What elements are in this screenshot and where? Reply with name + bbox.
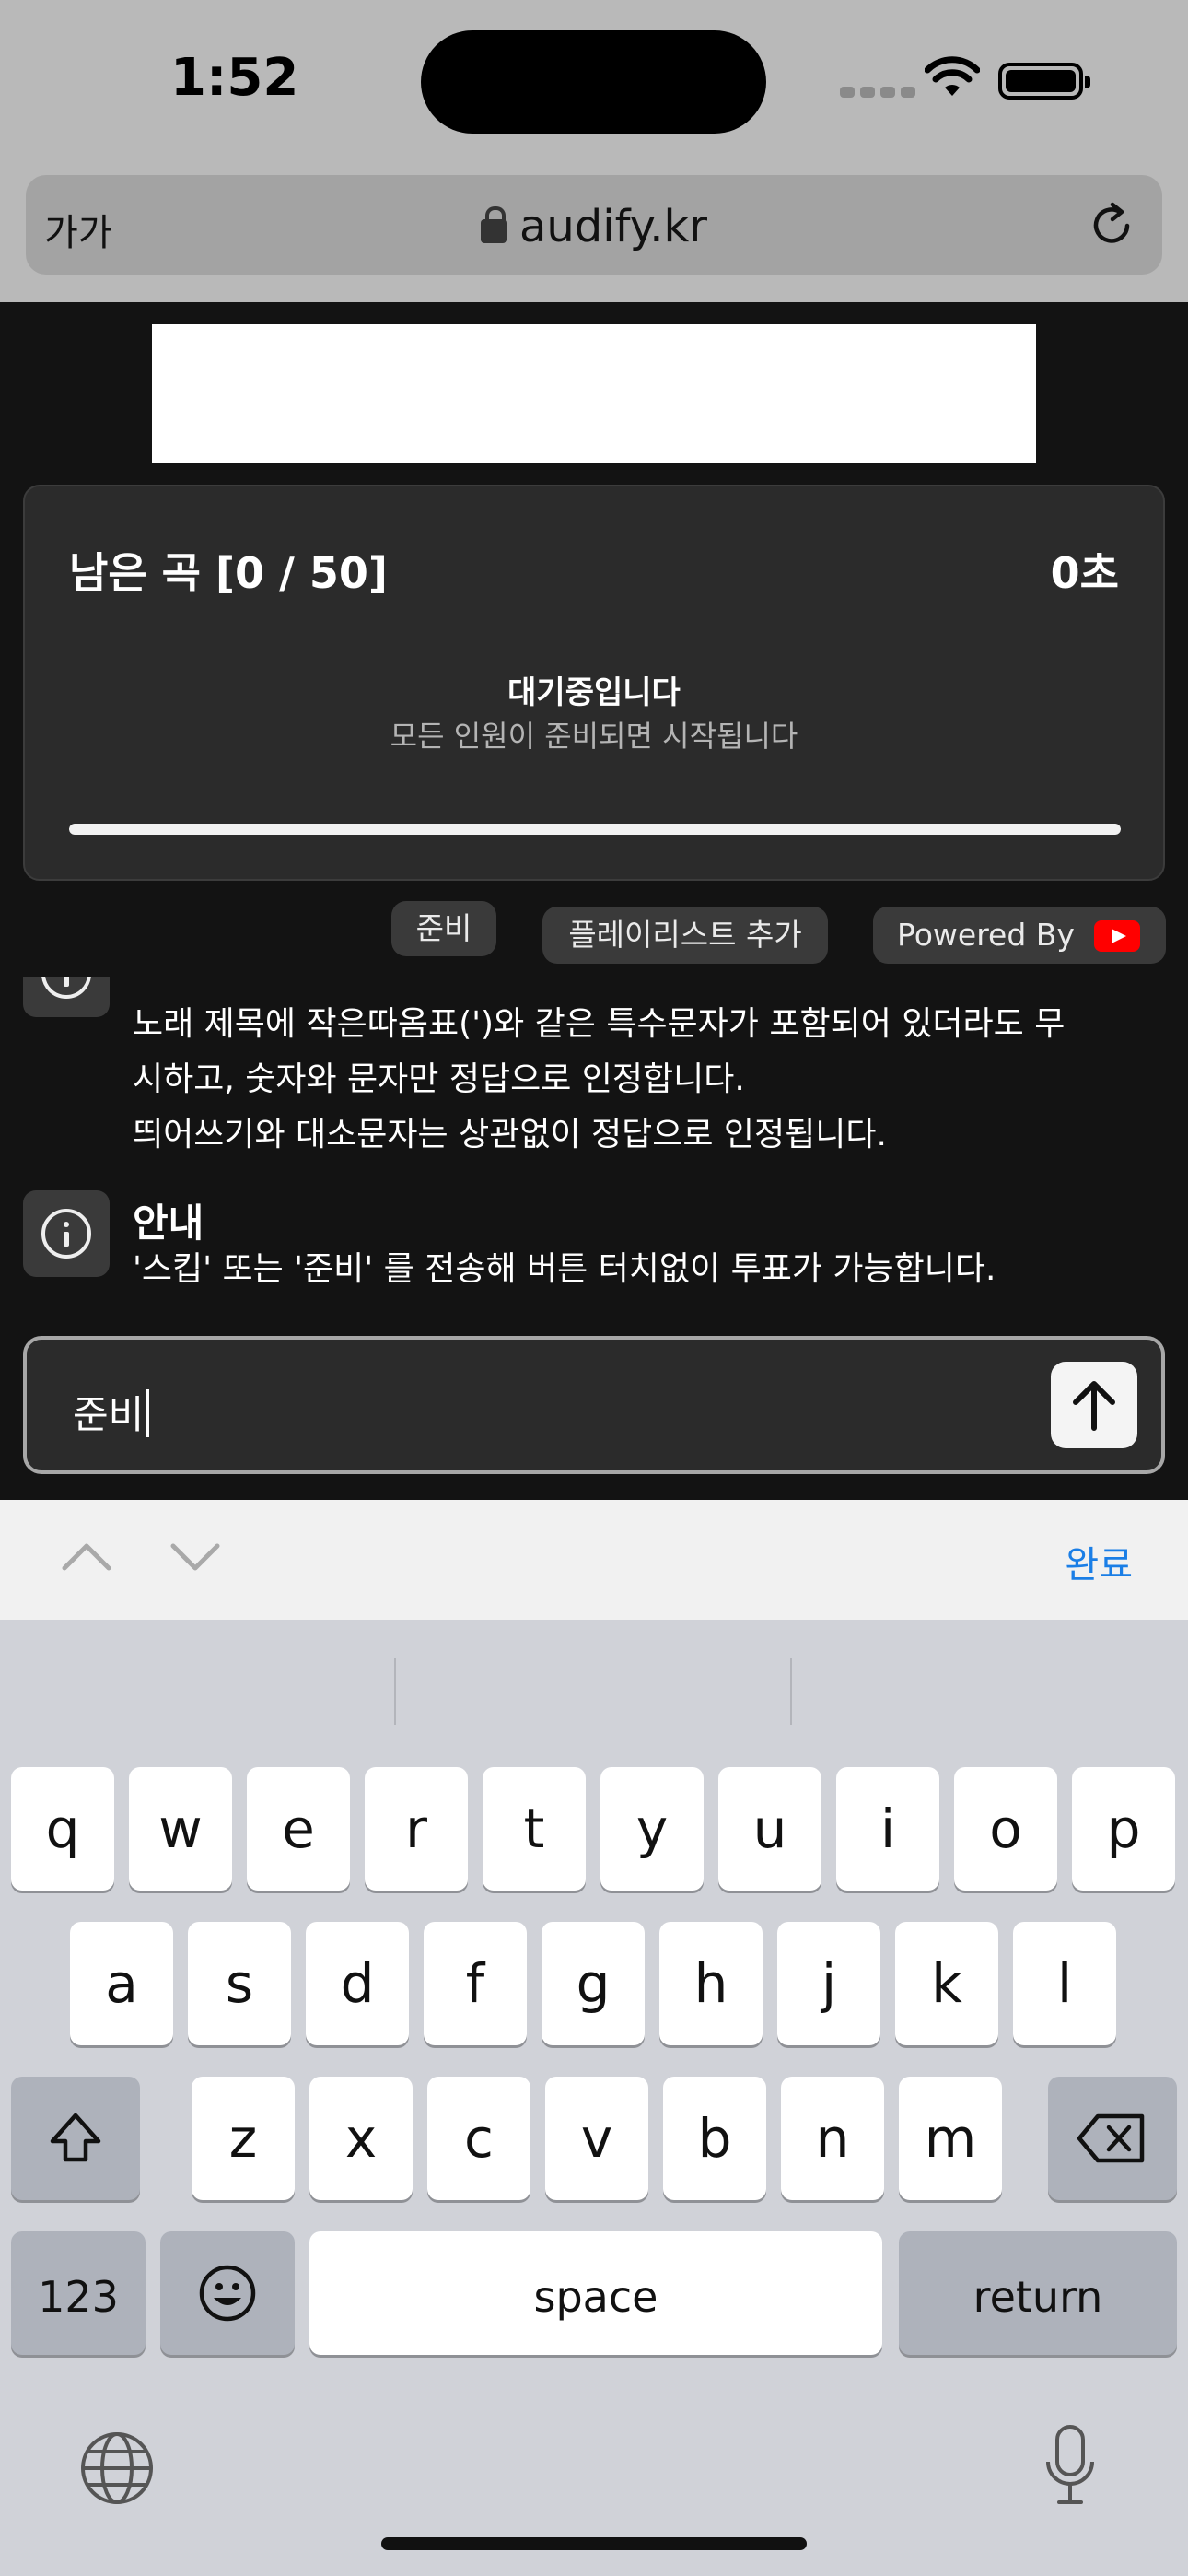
microphone-icon[interactable] xyxy=(1041,2421,1100,2510)
shift-key[interactable] xyxy=(11,2077,140,2200)
lock-icon xyxy=(480,206,507,243)
key-s[interactable]: s xyxy=(188,1922,291,2045)
progress-fill xyxy=(69,824,1121,835)
url-text: audify.kr xyxy=(518,201,708,252)
url-display[interactable]: audify.kr xyxy=(26,201,1162,252)
add-playlist-button[interactable]: 플레이리스트 추가 xyxy=(542,907,828,964)
arrow-up-icon xyxy=(1073,1381,1115,1431)
address-bar[interactable]: 가가 audify.kr xyxy=(26,175,1162,275)
key-x[interactable]: x xyxy=(309,2077,413,2200)
backspace-icon xyxy=(1077,2113,1145,2163)
browser-toolbar: 가가 audify.kr xyxy=(0,166,1188,302)
reload-icon[interactable] xyxy=(1087,201,1136,251)
emoji-icon xyxy=(199,2265,256,2322)
chat-input-field[interactable]: 준비 xyxy=(73,1384,150,1440)
notice-2-text: '스킵' 또는 '준비' 를 전송해 버튼 터치없이 투표가 가능합니다. xyxy=(133,1242,1155,1297)
key-k[interactable]: k xyxy=(895,1922,998,2045)
ready-button[interactable]: 준비 xyxy=(391,901,496,956)
numbers-key[interactable]: 123 xyxy=(11,2231,146,2355)
notice-line: '스킵' 또는 '준비' 를 전송해 버튼 터치없이 투표가 가능합니다. xyxy=(133,1250,996,1288)
battery-icon xyxy=(998,63,1090,100)
chat-input-value: 준비 xyxy=(73,1392,145,1437)
notice-line: 시하고, 숫자와 문자만 정답으로 인정합니다. xyxy=(133,1060,745,1098)
notice-1-text: 노래 제목에 작은따옴표(')와 같은 특수문자가 포함되어 있더라도 무 시하… xyxy=(133,997,1155,1163)
key-w[interactable]: w xyxy=(129,1767,232,1891)
return-key-label: return xyxy=(973,2272,1103,2322)
key-i[interactable]: i xyxy=(836,1767,939,1891)
notice-2-title: 안내 xyxy=(133,1200,204,1246)
status-time: 1:52 xyxy=(170,48,299,108)
ad-banner[interactable] xyxy=(152,324,1036,463)
info-icon xyxy=(23,977,110,1017)
key-b[interactable]: b xyxy=(663,2077,766,2200)
suggestion-divider xyxy=(790,1658,792,1725)
game-status-panel: 남은 곡 [0 / 50] 0초 대기중입니다 모든 인원이 준비되면 시작됩니… xyxy=(23,485,1165,881)
emoji-key[interactable] xyxy=(160,2231,295,2355)
next-field-icon[interactable] xyxy=(168,1537,223,1577)
waiting-subtitle: 모든 인원이 준비되면 시작됩니다 xyxy=(390,719,798,754)
notice-line: 노래 제목에 작은따옴표(')와 같은 특수문자가 포함되어 있더라도 무 xyxy=(133,1005,1066,1043)
return-key[interactable]: return xyxy=(899,2231,1177,2355)
key-o[interactable]: o xyxy=(954,1767,1057,1891)
key-e[interactable]: e xyxy=(247,1767,350,1891)
powered-by-label: Powered By xyxy=(897,917,1075,953)
key-a[interactable]: a xyxy=(70,1922,173,2045)
globe-icon[interactable] xyxy=(77,2429,157,2508)
dynamic-island xyxy=(421,30,766,134)
text-caret xyxy=(146,1389,150,1437)
progress-bar xyxy=(69,824,1121,835)
key-g[interactable]: g xyxy=(542,1922,645,2045)
info-icon xyxy=(23,1190,110,1277)
timer-label: 0초 xyxy=(1050,548,1119,598)
key-p[interactable]: p xyxy=(1072,1767,1175,1891)
space-key[interactable]: space xyxy=(309,2231,882,2355)
suggestion-divider xyxy=(394,1658,396,1725)
keyboard: q w e r t y u i o p a s d f g h j k l z … xyxy=(0,1620,1188,2576)
previous-field-icon[interactable] xyxy=(59,1537,114,1577)
key-y[interactable]: y xyxy=(600,1767,704,1891)
key-m[interactable]: m xyxy=(899,2077,1002,2200)
key-l[interactable]: l xyxy=(1013,1922,1116,2045)
send-button[interactable] xyxy=(1051,1362,1137,1448)
chat-input[interactable]: 준비 xyxy=(23,1336,1165,1474)
youtube-icon xyxy=(1094,920,1140,952)
key-u[interactable]: u xyxy=(718,1767,821,1891)
backspace-key[interactable] xyxy=(1048,2077,1177,2200)
key-v[interactable]: v xyxy=(545,2077,648,2200)
key-f[interactable]: f xyxy=(424,1922,527,2045)
notice-line: 띄어쓰기와 대소문자는 상관없이 정답으로 인정됩니다. xyxy=(133,1116,887,1153)
key-h[interactable]: h xyxy=(659,1922,763,2045)
status-icons xyxy=(840,55,1090,101)
key-d[interactable]: d xyxy=(306,1922,409,2045)
key-j[interactable]: j xyxy=(777,1922,880,2045)
key-z[interactable]: z xyxy=(192,2077,295,2200)
key-c[interactable]: c xyxy=(427,2077,530,2200)
keyboard-accessory-bar: 완료 xyxy=(0,1500,1188,1620)
home-indicator xyxy=(381,2537,807,2550)
key-q[interactable]: q xyxy=(11,1767,114,1891)
key-r[interactable]: r xyxy=(365,1767,468,1891)
key-t[interactable]: t xyxy=(483,1767,586,1891)
powered-by-youtube-button[interactable]: Powered By xyxy=(873,907,1166,964)
waiting-title: 대기중입니다 xyxy=(507,674,681,711)
notice-list[interactable]: 노래 제목에 작은따옴표(')와 같은 특수문자가 포함되어 있더라도 무 시하… xyxy=(0,977,1188,1327)
status-bar: 1:52 xyxy=(0,0,1188,166)
numbers-key-label: 123 xyxy=(38,2272,119,2322)
key-n[interactable]: n xyxy=(781,2077,884,2200)
space-key-label: space xyxy=(533,2272,658,2322)
remaining-songs-label: 남은 곡 [0 / 50] xyxy=(69,548,388,598)
shift-icon xyxy=(50,2113,101,2162)
done-button[interactable]: 완료 xyxy=(1065,1535,1133,1588)
wifi-icon xyxy=(925,56,980,96)
